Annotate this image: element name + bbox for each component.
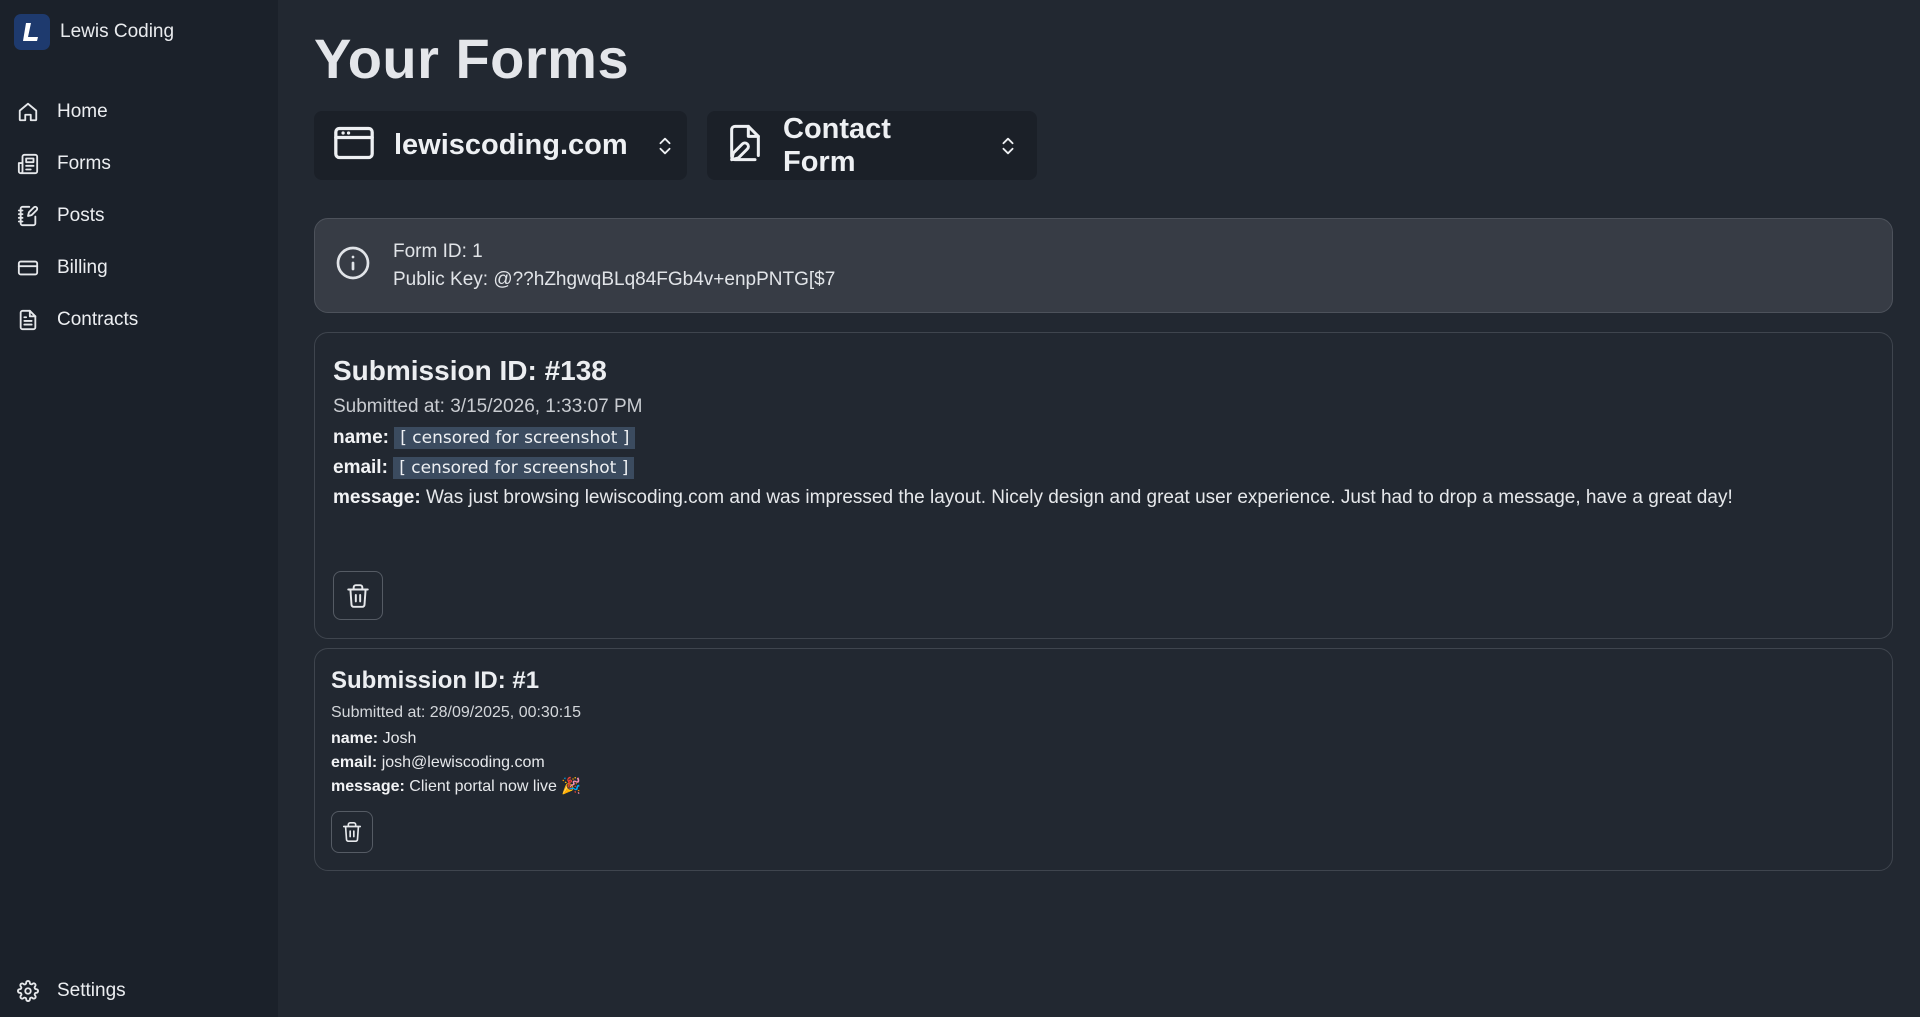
brand-name: Lewis Coding (60, 21, 175, 42)
field-value: Was just browsing lewiscoding.com and wa… (425, 487, 1733, 508)
sidebar-item-contracts[interactable]: Contracts (0, 294, 278, 346)
submission-card: Submission ID: #138 Submitted at: 3/15/2… (314, 332, 1893, 639)
sidebar-item-label: Posts (57, 205, 105, 226)
field-value: Josh (382, 730, 417, 747)
field-message: message: Client portal now live 🎉 (331, 775, 581, 799)
logo-icon (23, 23, 38, 41)
submission-fields: name: Josh email: josh@lewiscoding.com m… (331, 727, 581, 799)
brand[interactable]: Lewis Coding (14, 14, 174, 50)
field-value-censored: [ censored for screenshot ] (394, 427, 636, 449)
chevrons-up-down-icon (654, 132, 676, 160)
field-message: message: Was just browsing lewiscoding.c… (333, 483, 1733, 512)
field-label: name: (331, 730, 379, 747)
field-name: name: Josh (331, 727, 581, 751)
delete-submission-button[interactable] (333, 571, 383, 620)
site-selector[interactable]: lewiscoding.com (314, 111, 687, 180)
brand-logo (14, 14, 50, 50)
home-icon (15, 99, 41, 125)
trash-icon (347, 583, 369, 608)
notebook-pen-icon (15, 203, 41, 229)
field-name: name: [ censored for screenshot ] (333, 423, 1733, 453)
gear-icon (15, 978, 41, 1004)
field-label: name: (333, 427, 389, 448)
sidebar-item-forms[interactable]: Forms (0, 138, 278, 190)
sidebar-footer: Settings (0, 965, 278, 1017)
trash-icon (342, 822, 362, 842)
field-label: message: (333, 487, 421, 508)
page-title: Your Forms (314, 27, 630, 90)
form-selector[interactable]: Contact Form (707, 111, 1037, 180)
sidebar-item-label: Home (57, 101, 108, 122)
submission-title: Submission ID: #1 (331, 667, 540, 694)
sidebar-item-home[interactable]: Home (0, 86, 278, 138)
sidebar-item-label: Billing (57, 257, 108, 278)
public-key: Public Key: @??hZhgwqBLq84FGb4v+enpPNTG[… (393, 268, 836, 290)
chevrons-up-down-icon (997, 132, 1019, 160)
field-email: email: [ censored for screenshot ] (333, 453, 1733, 483)
field-value-censored: [ censored for screenshot ] (393, 457, 635, 479)
submission-card: Submission ID: #1 Submitted at: 28/09/20… (314, 648, 1893, 871)
newspaper-icon (15, 151, 41, 177)
field-email: email: josh@lewiscoding.com (331, 751, 581, 775)
site-selector-value: lewiscoding.com (394, 129, 628, 161)
form-selector-value: Contact Form (783, 112, 891, 178)
submission-timestamp: Submitted at: 3/15/2026, 1:33:07 PM (333, 396, 643, 417)
form-info-alert: Form ID: 1 Public Key: @??hZhgwqBLq84FGb… (314, 218, 1893, 313)
sidebar-nav: Home Forms Posts Billing Contracts (0, 86, 278, 346)
field-value: josh@lewiscoding.com (381, 754, 545, 771)
sidebar-item-label: Settings (57, 980, 126, 1001)
sidebar-item-billing[interactable]: Billing (0, 242, 278, 294)
sidebar-item-label: Contracts (57, 309, 139, 330)
file-signature-icon (725, 120, 765, 171)
sidebar: Lewis Coding Home Forms Posts Billing Co… (0, 0, 278, 1017)
field-value: Client portal now live 🎉 (409, 778, 582, 795)
form-info-text: Form ID: 1 Public Key: @??hZhgwqBLq84FGb… (393, 238, 835, 294)
delete-submission-button[interactable] (331, 811, 373, 853)
sidebar-item-posts[interactable]: Posts (0, 190, 278, 242)
file-text-icon (15, 307, 41, 333)
submission-title: Submission ID: #138 (333, 355, 607, 386)
form-id: Form ID: 1 (393, 240, 483, 262)
credit-card-icon (15, 255, 41, 281)
sidebar-item-settings[interactable]: Settings (0, 965, 278, 1017)
browser-window-icon (332, 123, 376, 168)
submission-timestamp: Submitted at: 28/09/2025, 00:30:15 (331, 704, 581, 721)
field-label: email: (331, 754, 378, 771)
info-icon (335, 245, 371, 286)
submission-fields: name: [ censored for screenshot ] email:… (333, 423, 1733, 512)
field-label: email: (333, 457, 388, 478)
field-label: message: (331, 778, 405, 795)
sidebar-item-label: Forms (57, 153, 111, 174)
